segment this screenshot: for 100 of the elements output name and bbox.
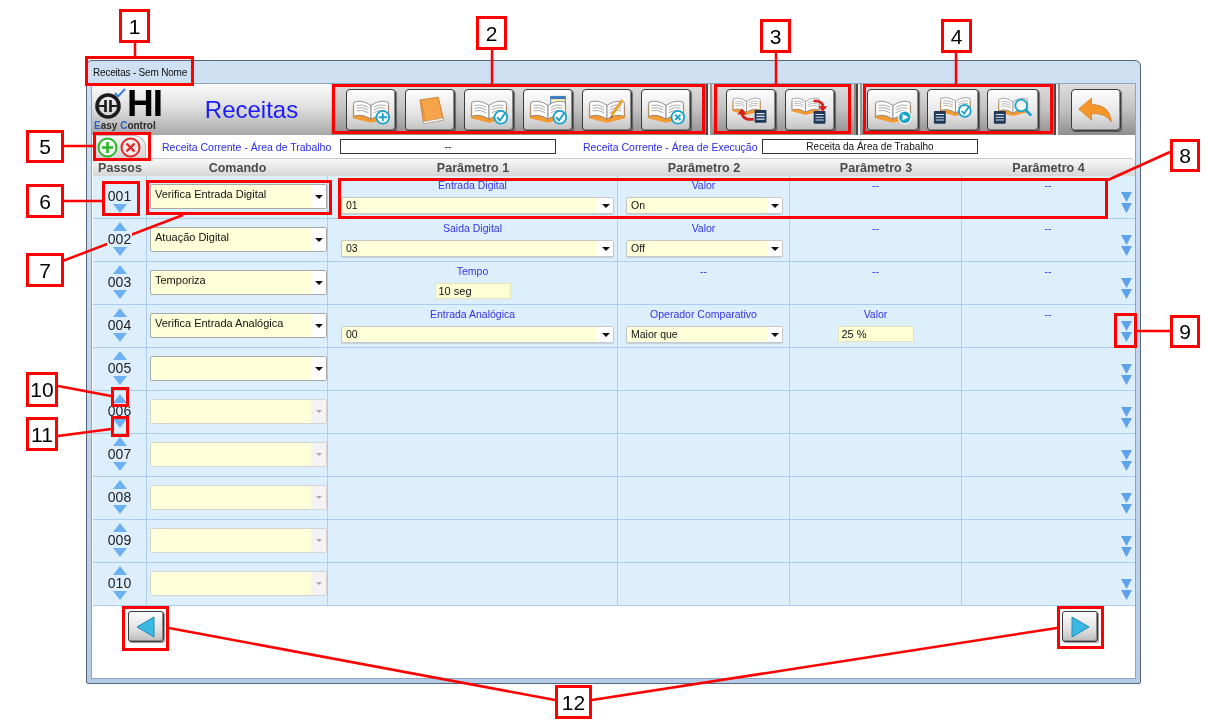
- down-arrow-icon[interactable]: [112, 376, 127, 385]
- toolbar-button[interactable]: [726, 88, 776, 131]
- toolbar-separator: [854, 84, 862, 135]
- highlight-frame: [102, 181, 140, 216]
- command-dropdown[interactable]: [150, 528, 327, 553]
- command-dropdown[interactable]: [150, 356, 327, 381]
- down-arrow-icon[interactable]: [112, 419, 127, 428]
- toolbar-button[interactable]: [582, 88, 632, 131]
- down-arrow-icon[interactable]: [112, 333, 127, 342]
- double-down-arrow-icon[interactable]: [1120, 493, 1132, 514]
- leader-line: [57, 384, 112, 398]
- leader-line: [64, 199, 102, 203]
- command-dropdown[interactable]: Verifica Entrada Analógica: [150, 313, 327, 338]
- command-dropdown[interactable]: Atuação Digital: [150, 227, 327, 252]
- command-dropdown[interactable]: [150, 399, 327, 424]
- caret-icon: [601, 246, 610, 251]
- double-down-arrow-icon[interactable]: [1120, 364, 1132, 385]
- double-down-arrow-icon[interactable]: [1120, 192, 1132, 213]
- step-number: 001: [106, 188, 133, 204]
- toolbar-button[interactable]: [867, 88, 919, 131]
- double-down-arrow-icon[interactable]: [1120, 407, 1132, 428]
- x-circle-icon[interactable]: [120, 136, 141, 158]
- toolbar-button[interactable]: [987, 88, 1039, 131]
- step-number: 007: [106, 446, 133, 462]
- double-down-arrow-icon[interactable]: [1120, 536, 1132, 557]
- param-dropdown[interactable]: Off: [626, 240, 783, 257]
- param-label: --: [1044, 179, 1052, 192]
- down-arrow-icon[interactable]: [112, 591, 127, 600]
- param-label: Entrada Digital: [438, 179, 507, 192]
- up-arrow-icon[interactable]: [112, 351, 127, 360]
- double-down-arrow-icon[interactable]: [1120, 579, 1132, 600]
- param-dropdown[interactable]: 03: [341, 240, 614, 257]
- param-dropdown[interactable]: On: [626, 197, 783, 214]
- step-number: 002: [106, 231, 133, 247]
- down-arrow-icon[interactable]: [112, 548, 127, 557]
- up-arrow-icon[interactable]: [112, 265, 127, 274]
- plus-circle-icon[interactable]: [97, 136, 118, 158]
- up-arrow-icon[interactable]: [112, 437, 127, 446]
- down-arrow-icon[interactable]: [112, 505, 127, 514]
- param-label: --: [872, 222, 879, 235]
- double-down-arrow-icon[interactable]: [1120, 235, 1132, 256]
- toolbar-button[interactable]: [785, 88, 835, 131]
- toolbar-button[interactable]: [346, 88, 396, 131]
- up-arrow-icon[interactable]: [112, 222, 127, 231]
- value-field[interactable]: 10 seg: [434, 283, 511, 299]
- highlight-frame: [93, 132, 151, 161]
- leader-line: [1107, 150, 1171, 182]
- logo-tagline: Easy Control: [94, 120, 157, 132]
- down-arrow-icon[interactable]: [112, 204, 127, 213]
- toolbar-button[interactable]: [405, 88, 455, 131]
- command-dropdown[interactable]: [150, 571, 327, 596]
- leader-line: [490, 50, 494, 84]
- callout-number: 12: [555, 685, 592, 719]
- callout-number: 7: [26, 253, 64, 287]
- back-button[interactable]: [1071, 88, 1121, 131]
- up-arrow-icon[interactable]: [112, 480, 127, 489]
- command-dropdown[interactable]: [150, 442, 327, 467]
- double-down-arrow-icon[interactable]: [1120, 450, 1132, 471]
- up-arrow-icon[interactable]: [112, 308, 127, 317]
- info-label: Receita Corrente - Área de Execução: [583, 140, 759, 153]
- left-triangle-icon: [135, 615, 157, 638]
- command-dropdown[interactable]: [150, 485, 327, 510]
- toolbar-button[interactable]: [464, 88, 514, 131]
- column-header: Parâmetro 2: [666, 159, 742, 176]
- param-dropdown[interactable]: 00: [341, 326, 614, 343]
- up-arrow-icon[interactable]: [112, 566, 127, 575]
- up-arrow-icon[interactable]: [112, 394, 127, 403]
- step-number: 003: [106, 274, 133, 290]
- param-label: --: [872, 265, 879, 278]
- toolbar-button[interactable]: [523, 88, 573, 131]
- callout-number: 8: [1170, 139, 1200, 172]
- command-dropdown[interactable]: Temporiza: [150, 270, 327, 295]
- highlight-frame: [122, 606, 169, 651]
- toolbar-button[interactable]: [641, 88, 691, 131]
- caret-icon: [770, 203, 779, 208]
- step-number: 005: [106, 360, 133, 376]
- previous-page-button[interactable]: [128, 611, 164, 642]
- leader-line: [774, 53, 778, 84]
- param-label: Saida Digital: [443, 222, 502, 235]
- param-dropdown[interactable]: Maior que: [626, 326, 783, 343]
- value-field[interactable]: 25 %: [837, 326, 914, 342]
- param-label: --: [872, 179, 879, 192]
- double-down-arrow-icon[interactable]: [1120, 278, 1132, 299]
- book-window-check-icon: [528, 94, 568, 125]
- caret-icon: [770, 246, 779, 251]
- double-down-arrow-icon[interactable]: [1120, 321, 1132, 342]
- toolbar-button[interactable]: [927, 88, 979, 131]
- callout-number: 6: [26, 184, 64, 218]
- leader-line: [954, 53, 958, 84]
- up-arrow-icon[interactable]: [112, 523, 127, 532]
- param-label: --: [700, 265, 707, 278]
- down-arrow-icon[interactable]: [112, 462, 127, 471]
- param-dropdown[interactable]: 01: [341, 197, 614, 214]
- callout-number: 1: [119, 9, 150, 43]
- down-arrow-icon[interactable]: [112, 290, 127, 299]
- next-page-button[interactable]: [1062, 611, 1098, 642]
- command-dropdown[interactable]: Verifica Entrada Digital: [150, 184, 327, 209]
- leader-line: [133, 43, 137, 56]
- down-arrow-icon[interactable]: [112, 247, 127, 256]
- caret-icon: [601, 332, 610, 337]
